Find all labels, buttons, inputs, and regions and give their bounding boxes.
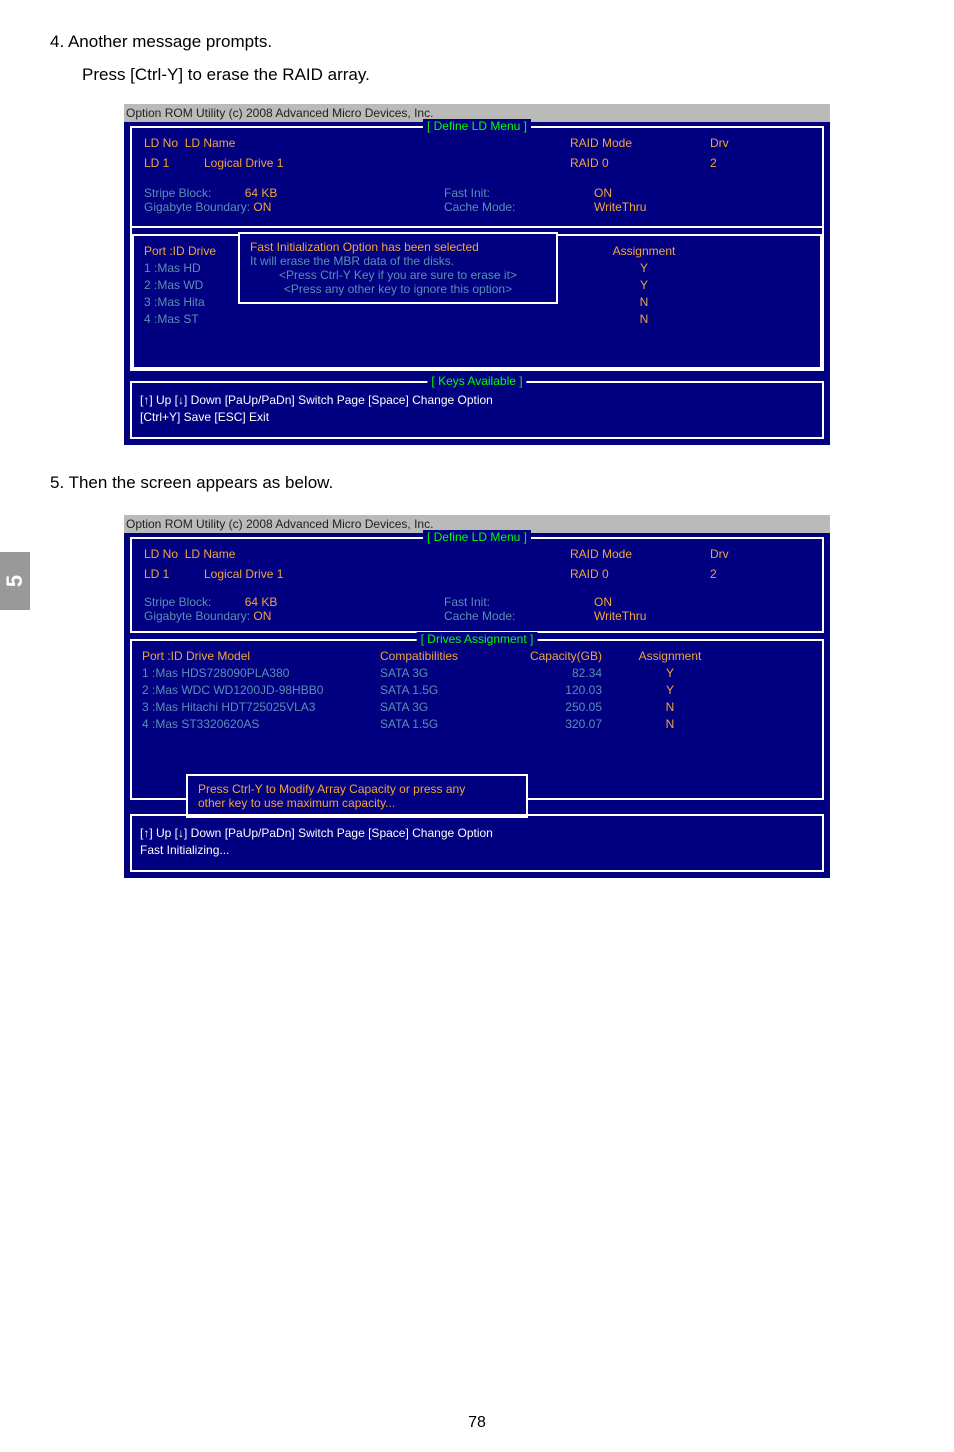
step5-line1: 5. Then the screen appears as below. — [50, 469, 904, 496]
keys-l1: [↑] Up [↓] Down [PaUp/PaDn] Switch Page … — [140, 393, 814, 407]
b2-cache-val: WriteThru — [594, 609, 646, 623]
b2-dr2-comp: SATA 1.5G — [380, 683, 500, 697]
b2-popup-l1: Press Ctrl-Y to Modify Array Capacity or… — [198, 782, 516, 796]
b2-row-ldno: LD 1 — [144, 567, 169, 581]
b2-dr4-comp: SATA 1.5G — [380, 717, 500, 731]
b2-col-raidmode: RAID Mode — [570, 547, 710, 561]
stripe-label: Stripe Block: — [144, 186, 211, 200]
popup-l3: <Press Ctrl-Y Key if you are sure to era… — [250, 268, 546, 282]
keys-l2: [Ctrl+Y] Save [ESC] Exit — [140, 410, 814, 424]
bios-screenshot-1: Option ROM Utility (c) 2008 Advanced Mic… — [124, 104, 830, 445]
define-ld-menu-label: [ Define LD Menu ] — [423, 119, 531, 133]
erase-confirm-popup: Fast Initialization Option has been sele… — [238, 232, 558, 304]
b2-dcol-assign: Assignment — [620, 649, 720, 663]
b2-dr2-cap: 120.03 — [500, 683, 620, 697]
drive-assign-1: Y — [584, 261, 704, 275]
b2-stripe-val: 64 KB — [245, 595, 278, 609]
b2-dr1-comp: SATA 3G — [380, 666, 500, 680]
b2-gig-val: ON — [253, 609, 271, 623]
bios-screenshot-2: Option ROM Utility (c) 2008 Advanced Mic… — [124, 515, 830, 878]
cache-val: WriteThru — [594, 200, 646, 214]
col-drv: Drv — [710, 136, 810, 150]
b2-keys-l2: Fast Initializing... — [140, 843, 814, 857]
fastinit-val: ON — [594, 186, 612, 200]
b2-dr4-port: 4 :Mas ST3320620AS — [142, 717, 380, 731]
drive-assign-3: N — [584, 295, 704, 309]
fastinit-label: Fast Init: — [444, 186, 490, 200]
gig-label: Gigabyte Boundary: — [144, 200, 250, 214]
b2-row-ldname: Logical Drive 1 — [204, 567, 283, 581]
b2-col-ldname: LD Name — [185, 547, 236, 561]
b2-dr1-asn: Y — [620, 666, 720, 680]
drive-assign-2: Y — [584, 278, 704, 292]
drive-assign-4: N — [584, 312, 704, 326]
b2-dr4-asn: N — [620, 717, 720, 731]
stripe-val: 64 KB — [245, 186, 278, 200]
b2-stripe-label: Stripe Block: — [144, 595, 211, 609]
gig-val: ON — [253, 200, 271, 214]
b2-dcol-comp: Compatibilities — [380, 649, 500, 663]
b2-popup-l2: other key to use maximum capacity... — [198, 796, 516, 810]
b2-dr1-port: 1 :Mas HDS728090PLA380 — [142, 666, 380, 680]
drive-row-4: 4 :Mas ST — [144, 312, 584, 326]
col-ldname: LD Name — [185, 136, 236, 150]
b2-fastinit-label: Fast Init: — [444, 595, 490, 609]
b2-row-drv: 2 — [710, 567, 810, 581]
capacity-popup: Press Ctrl-Y to Modify Array Capacity or… — [186, 774, 528, 818]
row-drv: 2 — [710, 156, 810, 170]
b2-col-ldno: LD No — [144, 547, 178, 561]
b2-dcol-port: Port :ID Drive Model — [142, 649, 380, 663]
b2-dr2-port: 2 :Mas WDC WD1200JD-98HBB0 — [142, 683, 380, 697]
col-raidmode: RAID Mode — [570, 136, 710, 150]
b2-dr3-port: 3 :Mas Hitachi HDT725025VLA3 — [142, 700, 380, 714]
popup-l2: It will erase the MBR data of the disks. — [250, 254, 546, 268]
b2-col-drv: Drv — [710, 547, 810, 561]
step4-line2: Press [Ctrl-Y] to erase the RAID array. — [82, 61, 904, 88]
chapter-tab: 5 — [0, 552, 30, 610]
b2-keys-l1: [↑] Up [↓] Down [PaUp/PaDn] Switch Page … — [140, 826, 814, 840]
step4-line1: 4. Another message prompts. — [50, 28, 904, 55]
b2-cache-label: Cache Mode: — [444, 609, 515, 623]
b2-dr1-cap: 82.34 — [500, 666, 620, 680]
drives-assignment-label: [ Drives Assignment ] — [417, 632, 538, 646]
col-ldno: LD No — [144, 136, 178, 150]
b2-dcol-cap: Capacity(GB) — [500, 649, 620, 663]
b2-gig-label: Gigabyte Boundary: — [144, 609, 250, 623]
cache-label: Cache Mode: — [444, 200, 515, 214]
popup-l1: Fast Initialization Option has been sele… — [250, 240, 546, 254]
b2-dr2-asn: Y — [620, 683, 720, 697]
keys-available-label: [ Keys Available ] — [427, 374, 526, 388]
b2-row-raidmode: RAID 0 — [570, 567, 710, 581]
b2-dr3-cap: 250.05 — [500, 700, 620, 714]
b2-fastinit-val: ON — [594, 595, 612, 609]
define-ld-menu-label-2: [ Define LD Menu ] — [423, 530, 531, 544]
b2-dr4-cap: 320.07 — [500, 717, 620, 731]
row-ldno: LD 1 — [144, 156, 169, 170]
drives-col-assign: Assignment — [584, 244, 704, 258]
row-raidmode: RAID 0 — [570, 156, 710, 170]
popup-l4: <Press any other key to ignore this opti… — [250, 282, 546, 296]
b2-dr3-asn: N — [620, 700, 720, 714]
b2-dr3-comp: SATA 3G — [380, 700, 500, 714]
row-ldname: Logical Drive 1 — [204, 156, 283, 170]
page-number: 78 — [0, 1414, 954, 1432]
